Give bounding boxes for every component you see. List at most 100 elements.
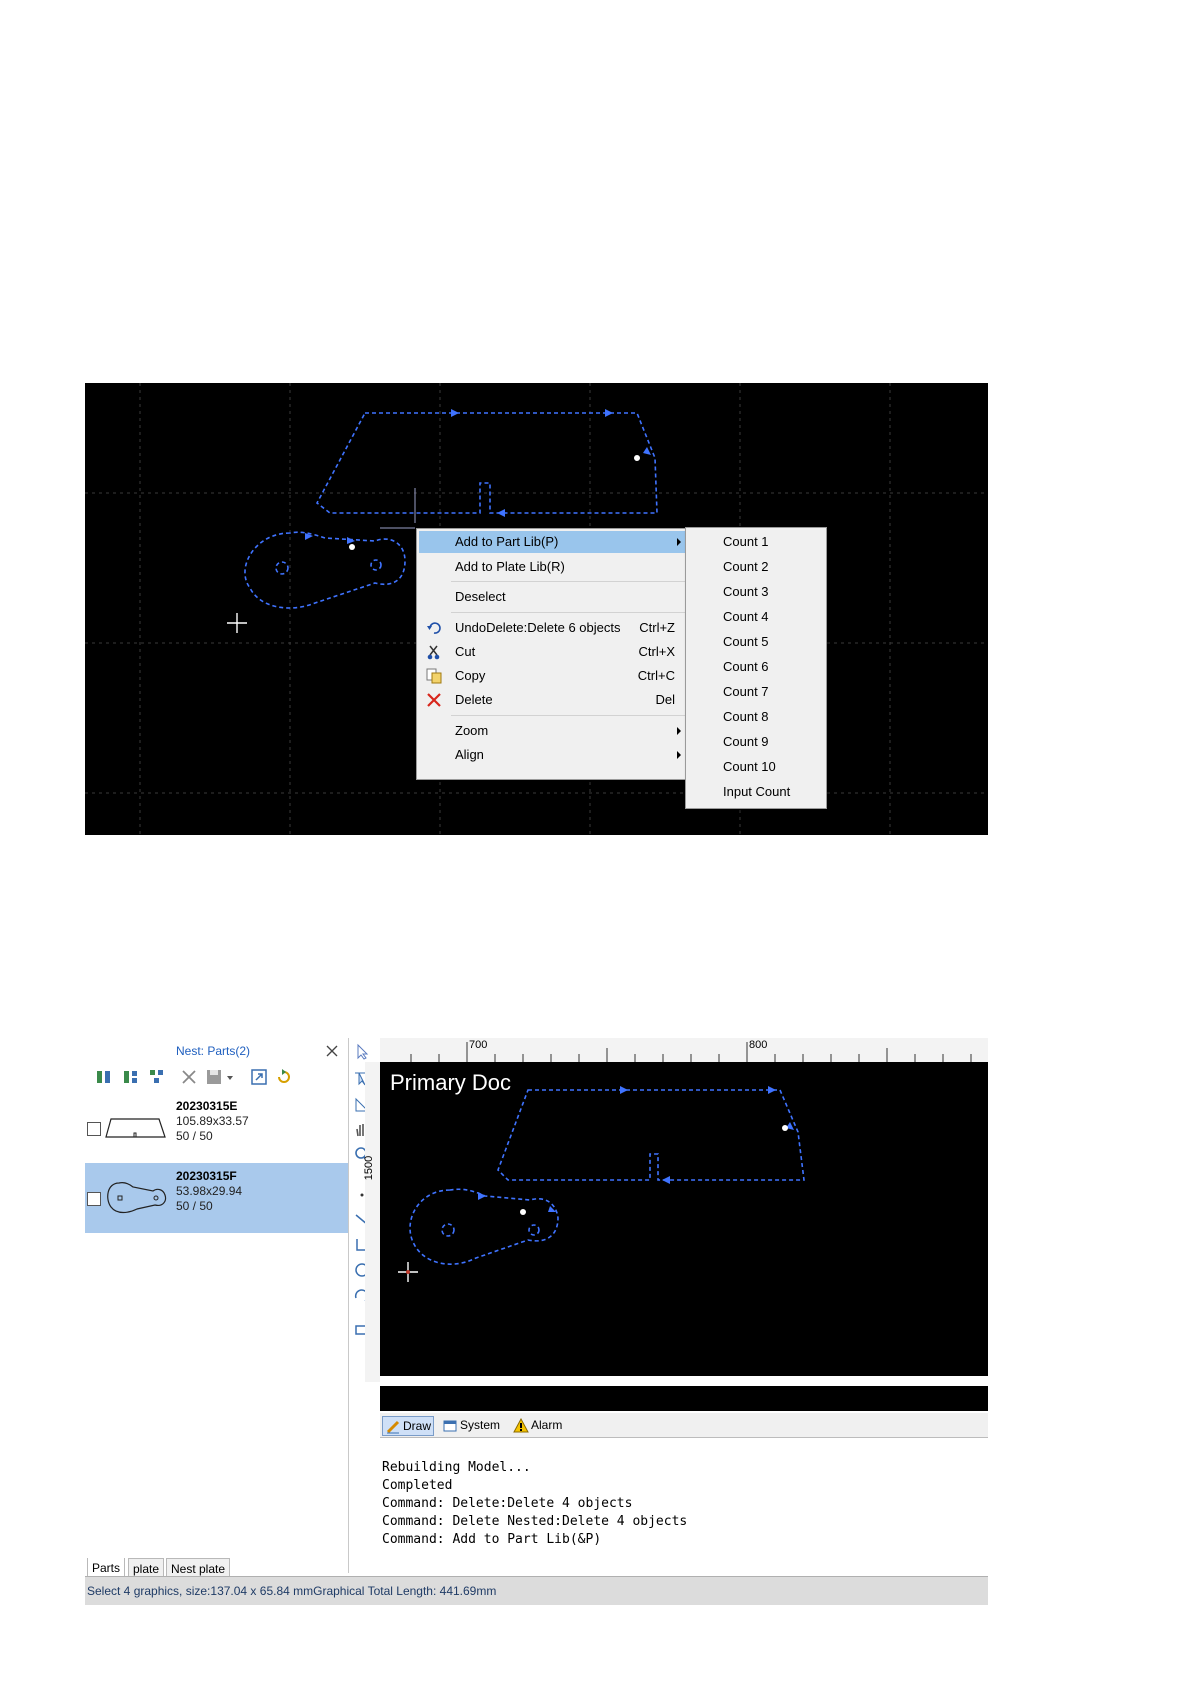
parts-panel: Nest: Parts(2) 20230315E 105.89x33.57 50… [85, 1038, 349, 1580]
submenu-item-count-8[interactable]: Count 8 [723, 706, 769, 728]
menu-shortcut: Del [655, 692, 675, 707]
ruler-label-700: 700 [469, 1039, 488, 1051]
menu-label: Add to Part Lib(P) [455, 534, 559, 549]
canvas-scroll-area[interactable] [380, 1386, 988, 1411]
canvas-drawing [398, 1086, 805, 1282]
select-arrow-icon[interactable] [353, 1043, 371, 1061]
save-icon[interactable] [205, 1068, 223, 1086]
menu-label: Cut [455, 644, 476, 659]
context-menu: Add to Part Lib(P) Add to Plate Lib(R) D… [416, 528, 688, 780]
menu-separator [451, 612, 685, 613]
tab-label: System [460, 1418, 501, 1432]
submenu-item-count-10[interactable]: Count 10 [723, 756, 776, 778]
import-part-icon[interactable] [250, 1068, 268, 1086]
close-icon[interactable] [326, 1045, 338, 1057]
menu-shortcut: Ctrl+C [637, 668, 675, 683]
part-row[interactable]: 20230315E 105.89x33.57 50 / 50 [85, 1093, 348, 1163]
warning-icon [513, 1417, 529, 1433]
ruler-horizontal: 700 800 [380, 1038, 988, 1063]
menu-item-align[interactable]: Align [419, 744, 685, 766]
part-checkbox[interactable] [87, 1192, 101, 1206]
submenu-arrow-icon [677, 538, 681, 546]
menu-item-add-to-part-lib[interactable]: Add to Part Lib(P) [419, 531, 685, 553]
screenshot-nest-window: Nest: Parts(2) 20230315E 105.89x33.57 50… [85, 1038, 988, 1612]
status-text: Select 4 graphics, size:137.04 x 65.84 m… [87, 1584, 497, 1598]
submenu-item-input-count[interactable]: Input Count [723, 781, 790, 803]
submenu-item-count-6[interactable]: Count 6 [723, 656, 769, 678]
crosshair-cursor [227, 613, 247, 633]
tab-system[interactable]: System [442, 1416, 500, 1434]
scissors-icon [427, 645, 440, 660]
command-line: Command: Delete:Delete 4 objects [382, 1496, 633, 1511]
pear-part [409, 1188, 559, 1265]
command-line: Command: Delete Nested:Delete 4 objects [382, 1514, 688, 1529]
nest-parts-icon[interactable] [95, 1068, 113, 1086]
part-size: 53.98x29.94 [176, 1184, 243, 1198]
menu-item-deselect[interactable]: Deselect [419, 586, 685, 608]
panel-title: Nest: Parts(2) [176, 1044, 251, 1058]
pencil-icon [386, 1420, 400, 1434]
menu-item-cut[interactable]: Cut Ctrl+X [419, 641, 685, 663]
submenu-item-count-3[interactable]: Count 3 [723, 581, 769, 603]
tab-label: Draw [403, 1419, 432, 1433]
output-tabs: Draw System Alarm [380, 1413, 988, 1438]
ruler-label-1500: 1500 [363, 1155, 376, 1181]
submenu-arrow-icon [677, 751, 681, 759]
ruler-label-800: 800 [749, 1039, 768, 1051]
command-line: Completed [382, 1478, 453, 1493]
part-row-selected[interactable]: 20230315F 53.98x29.94 50 / 50 [85, 1163, 348, 1233]
delete-part-icon[interactable] [180, 1068, 198, 1086]
tab-label: Alarm [531, 1418, 563, 1432]
submenu-item-count-9[interactable]: Count 9 [723, 731, 769, 753]
copy-icon [426, 668, 442, 684]
tab-draw[interactable]: Draw [382, 1416, 435, 1436]
part-checkbox[interactable] [87, 1122, 101, 1136]
menu-shortcut: Ctrl+X [638, 644, 675, 659]
command-line: Rebuilding Model... [382, 1460, 531, 1475]
menu-label: Add to Plate Lib(R) [455, 559, 565, 574]
menu-item-add-to-plate-lib[interactable]: Add to Plate Lib(R) [419, 556, 685, 578]
submenu-item-count-5[interactable]: Count 5 [723, 631, 769, 653]
undo-icon [427, 622, 441, 634]
menu-label: Delete [455, 692, 493, 707]
menu-separator [451, 715, 685, 716]
command-line: Command: Add to Part Lib(&P) [382, 1532, 602, 1547]
delete-x-icon [427, 693, 441, 707]
count-submenu: Count 1 Count 2 Count 3 Count 4 Count 5 … [685, 527, 827, 809]
part-size: 105.89x33.57 [176, 1114, 249, 1128]
menu-item-copy[interactable]: Copy Ctrl+C [419, 665, 685, 687]
refresh-icon[interactable] [275, 1068, 293, 1086]
menu-item-zoom[interactable]: Zoom [419, 720, 685, 742]
ruler-vertical: 1500 [363, 1062, 380, 1382]
submenu-arrow-icon [677, 727, 681, 735]
submenu-item-count-4[interactable]: Count 4 [723, 606, 769, 628]
command-output: Rebuilding Model... Completed Command: D… [380, 1440, 988, 1568]
trapezoid-part [315, 412, 658, 514]
menu-item-delete[interactable]: Delete Del [419, 689, 685, 711]
menu-item-undo-delete[interactable]: UndoDelete:Delete 6 objects Ctrl+Z [419, 617, 685, 639]
menu-label: Zoom [455, 723, 489, 738]
menu-label: Align [455, 747, 484, 762]
part-count: 50 / 50 [176, 1199, 213, 1213]
menu-label: Copy [455, 668, 486, 683]
nest-tree-icon[interactable] [148, 1068, 166, 1086]
trapezoid-part [497, 1089, 805, 1181]
status-bar: Select 4 graphics, size:137.04 x 65.84 m… [85, 1576, 988, 1605]
pear-part [244, 531, 406, 609]
nest-group-icon[interactable] [122, 1068, 140, 1086]
part-thumbnail [107, 1182, 167, 1214]
menu-shortcut: Ctrl+Z [639, 620, 675, 635]
menu-label: Deselect [455, 589, 506, 604]
part-name: 20230315F [176, 1169, 237, 1183]
part-thumbnail [105, 1118, 166, 1138]
submenu-item-count-7[interactable]: Count 7 [723, 681, 769, 703]
menu-label: UndoDelete:Delete 6 objects [455, 620, 621, 635]
part-count: 50 / 50 [176, 1129, 213, 1143]
drawing-canvas[interactable]: Primary Doc [380, 1062, 988, 1376]
part-name: 20230315E [176, 1099, 238, 1113]
submenu-item-count-1[interactable]: Count 1 [723, 531, 769, 553]
dropdown-arrow-icon[interactable] [225, 1068, 235, 1086]
submenu-item-count-2[interactable]: Count 2 [723, 556, 769, 578]
tab-alarm[interactable]: Alarm [513, 1416, 562, 1434]
menu-separator [451, 581, 685, 582]
